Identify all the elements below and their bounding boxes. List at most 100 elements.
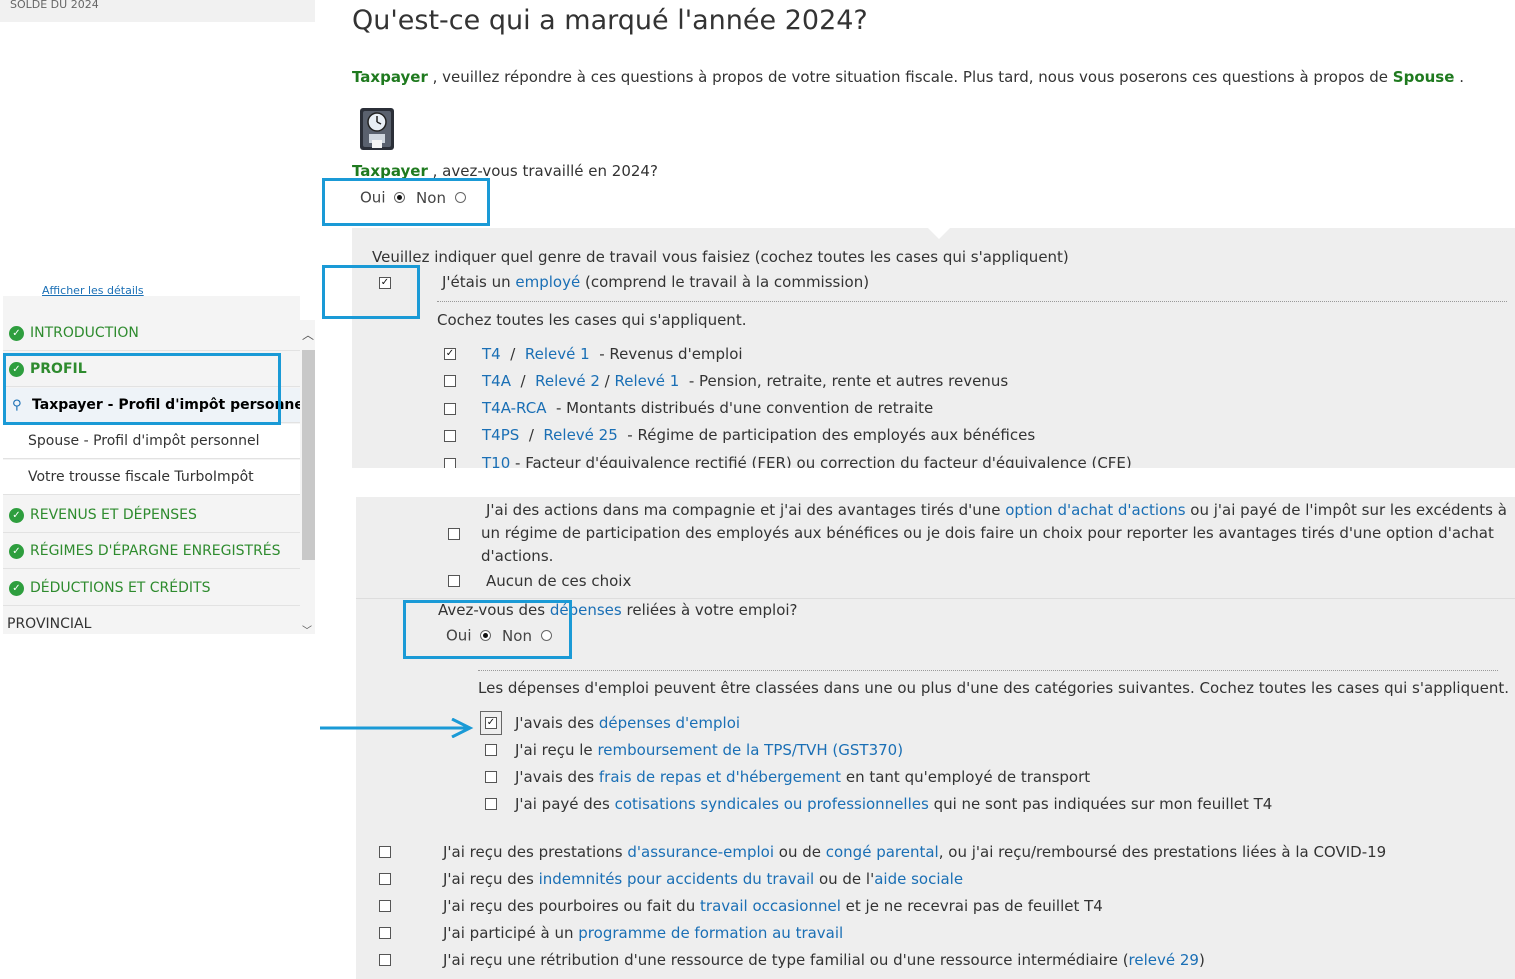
- slip-t4ps-checkbox[interactable]: [444, 430, 456, 442]
- focus-ring: [480, 711, 502, 735]
- slip-t10: T10 - Facteur d'équivalence rectifié (FE…: [482, 454, 1132, 468]
- stock-option-line2: un régime de participation des employés …: [481, 524, 1494, 542]
- expense-post: en tant qu'employé de transport: [841, 768, 1091, 786]
- highlight-box-worked: [322, 178, 490, 226]
- other-item: J'ai participé à un programme de formati…: [443, 924, 843, 942]
- tips-checkbox[interactable]: [379, 900, 391, 912]
- item-text: ): [1198, 951, 1205, 969]
- slip-t4arca: T4A-RCA - Montants distribués d'une conv…: [482, 399, 933, 417]
- expense-item: J'avais des dépenses d'emploi: [515, 714, 740, 732]
- sidebar-item-provincial[interactable]: PROVINCIAL: [3, 607, 300, 642]
- item-text: J'ai reçu des: [443, 870, 539, 888]
- family-resource-checkbox[interactable]: [379, 954, 391, 966]
- sidebar-item-label: Votre trousse fiscale TurboImpôt: [28, 469, 254, 485]
- none-choice-checkbox[interactable]: [448, 575, 460, 587]
- sidebar-item-toolkit[interactable]: Votre trousse fiscale TurboImpôt: [3, 460, 300, 495]
- stock-option-link[interactable]: option d'achat d'actions: [1005, 501, 1185, 519]
- expense-pre: J'avais des: [515, 714, 599, 732]
- ei-link[interactable]: d'assurance-emploi: [627, 843, 774, 861]
- training-program-link[interactable]: programme de formation au travail: [578, 924, 843, 942]
- slip-t4arca-checkbox[interactable]: [444, 403, 456, 415]
- intro-text: Taxpayer , veuillez répondre à ces quest…: [352, 68, 1464, 86]
- slip-t4-checkbox[interactable]: [444, 348, 456, 360]
- intro-body: , veuillez répondre à ces questions à pr…: [427, 68, 1393, 86]
- sidebar-item-label: DÉDUCTIONS ET CRÉDITS: [30, 580, 211, 596]
- casual-work-link[interactable]: travail occasionnel: [700, 897, 841, 915]
- expense-pre: J'ai reçu le: [515, 741, 598, 759]
- sidebar-item-label: RÉGIMES D'ÉPARGNE ENREGISTRÉS: [30, 543, 281, 559]
- item-text: J'ai reçu des pourboires ou fait du: [443, 897, 701, 915]
- slip-desc: - Pension, retraite, rente et autres rev…: [679, 372, 1009, 390]
- t10-link[interactable]: T10: [482, 454, 510, 468]
- expense-pre: J'ai payé des: [515, 795, 615, 813]
- sidebar-item-spouse-profile[interactable]: Spouse - Profil d'impôt personnel: [3, 424, 300, 459]
- meal-lodging-link[interactable]: frais de repas et d'hébergement: [599, 768, 841, 786]
- sep: /: [519, 426, 544, 444]
- highlight-box-expenses: [403, 600, 572, 659]
- item-text: , ou j'ai reçu/remboursé des prestations…: [938, 843, 1387, 861]
- meal-lodging-checkbox[interactable]: [485, 771, 497, 783]
- ei-benefits-checkbox[interactable]: [379, 846, 391, 858]
- page-title: Qu'est-ce qui a marqué l'année 2024?: [352, 5, 868, 36]
- t4ps-link[interactable]: T4PS: [482, 426, 519, 444]
- slip-t4ps: T4PS / Relevé 25 - Régime de participati…: [482, 426, 1035, 444]
- divider: [437, 301, 1507, 302]
- releve29-link[interactable]: relevé 29: [1129, 951, 1199, 969]
- work-type-prompt: Veuillez indiquer quel genre de travail …: [372, 248, 1069, 266]
- t4-link[interactable]: T4: [482, 345, 501, 363]
- stock-post: ou j'ai payé de l'impôt sur les excédent…: [1185, 501, 1507, 519]
- t4arca-link[interactable]: T4A-RCA: [482, 399, 546, 417]
- social-assistance-link[interactable]: aide sociale: [874, 870, 963, 888]
- details-panel: J'ai des actions dans ma compagnie et j'…: [356, 497, 1515, 979]
- union-dues-link[interactable]: cotisations syndicales ou professionnell…: [615, 795, 929, 813]
- gst-rebate-link[interactable]: remboursement de la TPS/TVH (GST370): [597, 741, 903, 759]
- workers-comp-link[interactable]: indemnités pour accidents du travail: [539, 870, 815, 888]
- item-text: ou de l': [814, 870, 875, 888]
- highlight-box-profile: [3, 353, 281, 425]
- stock-option-checkbox[interactable]: [448, 528, 460, 540]
- panel-pointer: [925, 225, 953, 239]
- divider: [356, 598, 1515, 599]
- sidebar-item-income[interactable]: ✓ REVENUS ET DÉPENSES: [3, 498, 300, 533]
- sidebar-item-deductions[interactable]: ✓ DÉDUCTIONS ET CRÉDITS: [3, 571, 300, 606]
- sidebar-item-label: Spouse - Profil d'impôt personnel: [28, 433, 260, 449]
- releve2-link[interactable]: Relevé 2: [535, 372, 600, 390]
- expense-categories-note: Les dépenses d'emploi peuvent être class…: [478, 679, 1509, 697]
- employment-expenses-link[interactable]: dépenses d'emploi: [599, 714, 740, 732]
- arrow-right-icon: [320, 718, 474, 738]
- stock-option-line1: J'ai des actions dans ma compagnie et j'…: [486, 501, 1507, 519]
- spouse-name: Spouse: [1392, 68, 1455, 86]
- workers-comp-checkbox[interactable]: [379, 873, 391, 885]
- employee-post: (comprend le travail à la commission): [580, 273, 870, 291]
- employee-link[interactable]: employé: [515, 273, 580, 291]
- expense-item: J'ai reçu le remboursement de la TPS/TVH…: [515, 741, 903, 759]
- sep: /: [510, 372, 536, 390]
- slip-desc: - Montants distribués d'une convention d…: [546, 399, 934, 417]
- chevron-up-icon[interactable]: ︿: [302, 326, 314, 343]
- union-dues-checkbox[interactable]: [485, 798, 497, 810]
- sidebar-scrollbar-thumb[interactable]: [302, 350, 315, 560]
- other-item: J'ai reçu des pourboires ou fait du trav…: [443, 897, 1103, 915]
- check-all-note: Cochez toutes les cases qui s'appliquent…: [437, 311, 747, 329]
- chevron-down-icon[interactable]: ﹀: [302, 622, 312, 637]
- taxpayer-name: Taxpayer: [352, 68, 428, 86]
- releve25-link[interactable]: Relevé 25: [543, 426, 617, 444]
- sidebar-item-introduction[interactable]: ✓ INTRODUCTION: [3, 316, 300, 351]
- other-item: J'ai reçu une rétribution d'une ressourc…: [443, 951, 1205, 969]
- releve1-link[interactable]: Relevé 1: [615, 372, 680, 390]
- slip-t4a-checkbox[interactable]: [444, 375, 456, 387]
- parental-leave-link[interactable]: congé parental: [826, 843, 939, 861]
- t4a-link[interactable]: T4A: [482, 372, 511, 390]
- gst-rebate-checkbox[interactable]: [485, 744, 497, 756]
- sep: /: [599, 372, 615, 390]
- slip-t10-checkbox[interactable]: [444, 458, 456, 468]
- sidebar-item-savings[interactable]: ✓ RÉGIMES D'ÉPARGNE ENREGISTRÉS: [3, 534, 300, 569]
- item-text: ou de: [774, 843, 826, 861]
- check-circle-icon: ✓: [9, 544, 24, 559]
- releve1-link[interactable]: Relevé 1: [525, 345, 590, 363]
- slip-t4: T4 / Relevé 1 - Revenus d'emploi: [482, 345, 743, 363]
- check-circle-icon: ✓: [9, 508, 24, 523]
- training-checkbox[interactable]: [379, 927, 391, 939]
- expense-post: qui ne sont pas indiquées sur mon feuill…: [928, 795, 1273, 813]
- time-clock-icon: [360, 108, 394, 150]
